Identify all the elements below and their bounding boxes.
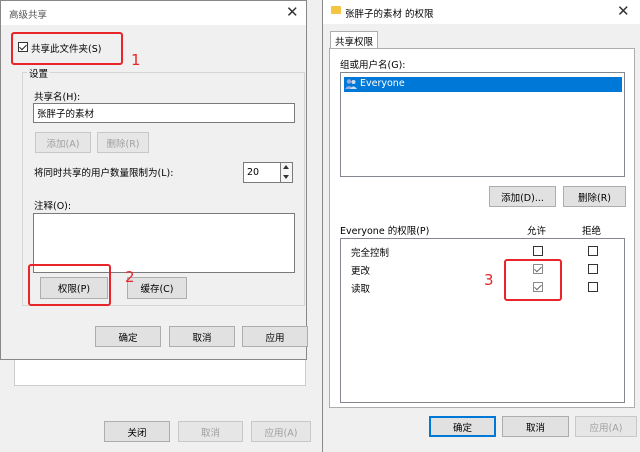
left-cancel-button[interactable]: 取消 [169,326,235,347]
permission-row-read: 读取 [341,280,624,296]
close-icon[interactable]: ✕ [286,3,299,21]
share-name-input[interactable]: 张胖子的素材 [33,103,295,123]
back-apply-button[interactable]: 应用(A) [251,421,311,442]
right-titlebar: 张胖子的素材 的权限 ✕ [323,0,640,24]
deny-header: 拒绝 [582,226,602,237]
annotation-number-3: 3 [484,271,494,289]
change-deny-checkbox[interactable] [588,264,598,274]
user-limit-input[interactable]: 20 [243,162,281,183]
cache-button[interactable]: 缓存(C) [127,277,187,299]
remove-user-button[interactable]: 删除(R) [563,186,626,207]
user-list[interactable]: Everyone [340,72,625,177]
permission-name: 读取 [351,284,371,295]
user-name: Everyone [360,78,405,89]
share-name-label: 共享名(H): [34,92,81,103]
close-icon[interactable]: ✕ [617,2,630,20]
list-item[interactable]: Everyone [344,77,622,92]
annotation-number-1: 1 [131,51,141,69]
right-ok-button[interactable]: 确定 [429,416,496,437]
tab-label: 共享权限 [334,36,373,48]
settings-group-label: 设置 [27,66,51,80]
permission-name: 更改 [351,266,371,277]
full-control-allow-checkbox[interactable] [533,246,543,256]
left-titlebar: 高级共享 ✕ [1,1,306,25]
permission-row-change: 更改 [341,262,624,278]
right-apply-button[interactable]: 应用(A) [575,416,637,437]
add-user-button[interactable]: 添加(D)... [489,186,556,207]
permissions-dialog: 张胖子的素材 的权限 ✕ 共享权限 组或用户名(G): Everyone 添加(… [322,0,640,452]
full-control-deny-checkbox[interactable] [588,246,598,256]
user-limit-stepper[interactable] [281,162,293,183]
annotation-number-2: 2 [125,268,135,286]
delete-button[interactable]: 删除(R) [97,132,149,153]
background-list-panel [14,360,306,386]
annotation-box-3 [504,259,562,301]
left-title: 高级共享 [9,10,48,21]
right-title: 张胖子的素材 的权限 [345,9,434,20]
back-close-button[interactable]: 关闭 [104,421,170,442]
users-icon [345,78,357,90]
comment-label: 注释(O): [34,201,72,212]
left-apply-button[interactable]: 应用 [242,326,308,347]
permission-name: 完全控制 [351,248,390,259]
right-cancel-button[interactable]: 取消 [502,416,569,437]
permission-row-full-control: 完全控制 [341,244,624,260]
left-ok-button[interactable]: 确定 [95,326,161,347]
tab-share-permissions[interactable]: 共享权限 [330,31,378,49]
group-user-label: 组或用户名(G): [340,60,406,71]
annotation-box-1 [11,32,123,65]
chevron-up-icon[interactable] [283,165,289,169]
share-name-value: 张胖子的素材 [37,109,95,120]
annotation-box-2 [28,264,111,306]
permissions-list: 完全控制 更改 读取 [340,238,625,403]
read-deny-checkbox[interactable] [588,282,598,292]
permissions-header: Everyone 的权限(P) [340,226,430,237]
add-button[interactable]: 添加(A) [35,132,91,153]
chevron-down-icon[interactable] [283,175,289,179]
allow-header: 允许 [527,226,547,237]
user-limit-value: 20 [247,167,260,178]
user-limit-label: 将同时共享的用户数量限制为(L): [34,168,174,179]
folder-icon [331,6,341,14]
back-cancel-button[interactable]: 取消 [178,421,243,442]
